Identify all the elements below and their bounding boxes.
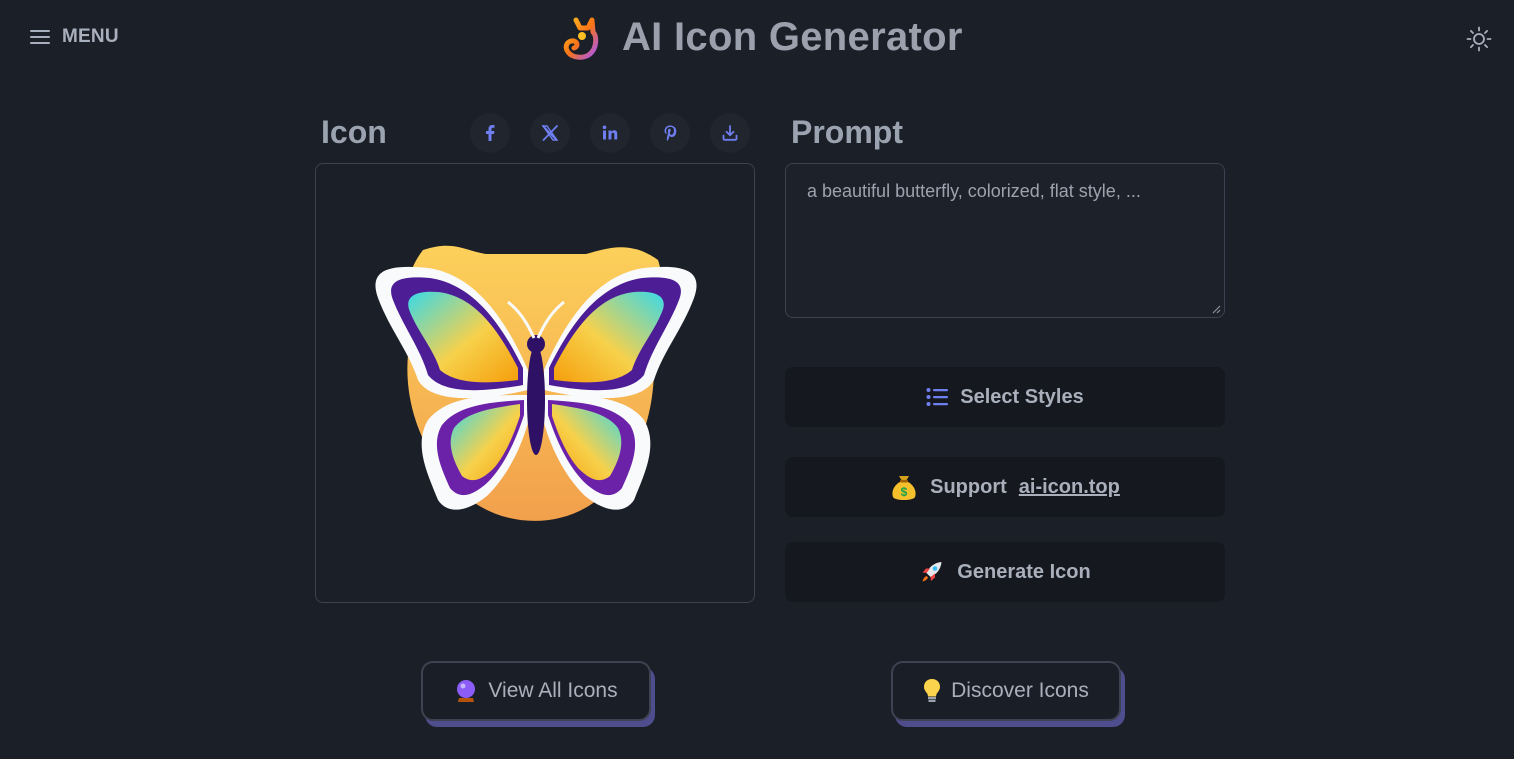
- x-share-button[interactable]: [530, 113, 570, 153]
- header: MENU AI Icon Generator: [0, 0, 1514, 80]
- linkedin-icon: [602, 125, 618, 140]
- svg-text:$: $: [901, 485, 908, 499]
- linkedin-share-button[interactable]: [590, 113, 630, 153]
- light-bulb-icon: [924, 679, 941, 702]
- facebook-share-button[interactable]: [470, 113, 510, 153]
- select-styles-button[interactable]: Select Styles: [785, 367, 1225, 427]
- hamburger-icon: [30, 30, 50, 44]
- generate-icon-button[interactable]: Generate Icon: [785, 542, 1225, 602]
- pinterest-icon: [664, 125, 677, 141]
- view-all-icons-button[interactable]: View All Icons: [421, 661, 651, 721]
- x-icon: [541, 125, 559, 141]
- app-title: AI Icon Generator: [622, 14, 963, 59]
- prompt-section-title: Prompt: [791, 114, 903, 150]
- support-button[interactable]: $ Support ai-icon.top: [785, 457, 1225, 517]
- prompt-textarea[interactable]: a beautiful butterfly, colorized, flat s…: [785, 163, 1225, 318]
- facebook-icon: [486, 125, 495, 141]
- sun-icon: [1466, 26, 1492, 52]
- list-icon: [926, 388, 949, 406]
- support-link[interactable]: ai-icon.top: [1019, 476, 1120, 499]
- share-buttons: [470, 113, 750, 153]
- resize-handle-icon[interactable]: [1211, 304, 1221, 314]
- view-all-icons-label: View All Icons: [488, 679, 618, 702]
- support-label: Support: [930, 475, 1007, 498]
- crystal-ball-icon: [457, 680, 476, 702]
- discover-icons-button[interactable]: Discover Icons: [891, 661, 1121, 721]
- icon-preview: [315, 163, 755, 603]
- pinterest-share-button[interactable]: [650, 113, 690, 153]
- butterfly-icon: [375, 245, 697, 521]
- download-button[interactable]: [710, 113, 750, 153]
- menu-label: MENU: [62, 26, 119, 47]
- menu-button[interactable]: MENU: [30, 26, 119, 48]
- money-bag-icon: $: [892, 476, 916, 500]
- generate-icon-label: Generate Icon: [957, 560, 1091, 583]
- prompt-text: a beautiful butterfly, colorized, flat s…: [807, 181, 1141, 201]
- icon-section-title: Icon: [321, 114, 387, 150]
- discover-icons-label: Discover Icons: [951, 679, 1089, 702]
- download-icon: [722, 125, 738, 141]
- theme-toggle-button[interactable]: [1466, 26, 1492, 57]
- select-styles-label: Select Styles: [960, 385, 1084, 408]
- brand[interactable]: AI Icon Generator: [562, 14, 963, 60]
- rocket-icon: [922, 562, 942, 582]
- cat-logo-icon: [563, 17, 599, 60]
